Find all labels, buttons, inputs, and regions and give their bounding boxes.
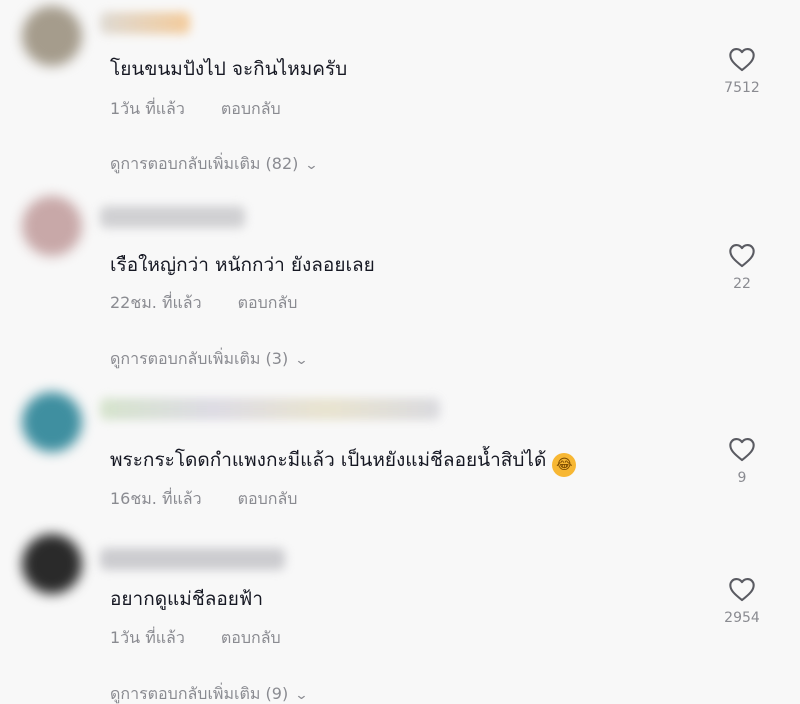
comment-meta: 1วัน ที่แล้ว ตอบกลับ: [110, 97, 281, 122]
view-more-replies-button[interactable]: ดูการตอบกลับเพิ่มเติม (9) ⌄: [110, 682, 309, 704]
comment-text-body: พระกระโดดกำแพงกะมีแล้ว เป็นหยังแม่ชีลอยน…: [110, 449, 547, 471]
heart-icon: [729, 244, 755, 268]
avatar[interactable]: [22, 6, 82, 66]
chevron-down-icon: ⌄: [304, 158, 319, 173]
timestamp: 1วัน ที่แล้ว: [110, 99, 185, 118]
heart-icon: [729, 48, 755, 72]
comment-text: พระกระโดดกำแพงกะมีแล้ว เป็นหยังแม่ชีลอยน…: [110, 445, 577, 477]
comment-text: เรือใหญ่กว่า หนักกว่า ยังลอยเลย: [110, 254, 375, 276]
timestamp: 22ชม. ที่แล้ว: [110, 293, 202, 312]
avatar[interactable]: [22, 196, 82, 256]
comment-meta: 16ชม. ที่แล้ว ตอบกลับ: [110, 487, 297, 512]
heart-icon: [729, 578, 755, 602]
timestamp: 16ชม. ที่แล้ว: [110, 489, 202, 508]
like-count: 2954: [724, 610, 760, 626]
avatar[interactable]: [22, 534, 82, 594]
view-more-replies-button[interactable]: ดูการตอบกลับเพิ่มเติม (3) ⌄: [110, 347, 309, 372]
like-button[interactable]: 2954: [700, 576, 784, 626]
view-more-replies-button[interactable]: ดูการตอบกลับเพิ่มเติม (82) ⌄: [110, 152, 319, 177]
username-redacted[interactable]: [100, 12, 190, 34]
chevron-down-icon: ⌄: [294, 353, 309, 368]
like-button[interactable]: 22: [700, 242, 784, 292]
like-count: 9: [737, 470, 747, 486]
reply-button[interactable]: ตอบกลับ: [221, 628, 281, 647]
reply-button[interactable]: ตอบกลับ: [238, 489, 298, 508]
reply-button[interactable]: ตอบกลับ: [238, 293, 298, 312]
chevron-down-icon: ⌄: [294, 688, 309, 703]
avatar[interactable]: [22, 392, 82, 452]
view-more-replies-label: ดูการตอบกลับเพิ่มเติม (3): [110, 349, 289, 368]
reply-button[interactable]: ตอบกลับ: [221, 99, 281, 118]
comment-text: โยนขนมปังไป จะกินไหมครับ: [110, 58, 348, 80]
username-redacted[interactable]: [100, 548, 285, 570]
like-count: 22: [733, 276, 751, 292]
timestamp: 1วัน ที่แล้ว: [110, 628, 185, 647]
like-count: 7512: [724, 80, 760, 96]
heart-icon: [729, 438, 755, 462]
comment-meta: 22ชม. ที่แล้ว ตอบกลับ: [110, 291, 297, 316]
username-redacted[interactable]: [100, 206, 245, 228]
view-more-replies-label: ดูการตอบกลับเพิ่มเติม (9): [110, 684, 289, 703]
comment-meta: 1วัน ที่แล้ว ตอบกลับ: [110, 626, 281, 651]
laughing-emoji-icon: 😂: [552, 453, 577, 477]
username-redacted[interactable]: [100, 398, 440, 420]
like-button[interactable]: 7512: [700, 46, 784, 96]
like-button[interactable]: 9: [700, 436, 784, 486]
comment-text: อยากดูแม่ชีลอยฟ้า: [110, 588, 264, 610]
view-more-replies-label: ดูการตอบกลับเพิ่มเติม (82): [110, 154, 299, 173]
